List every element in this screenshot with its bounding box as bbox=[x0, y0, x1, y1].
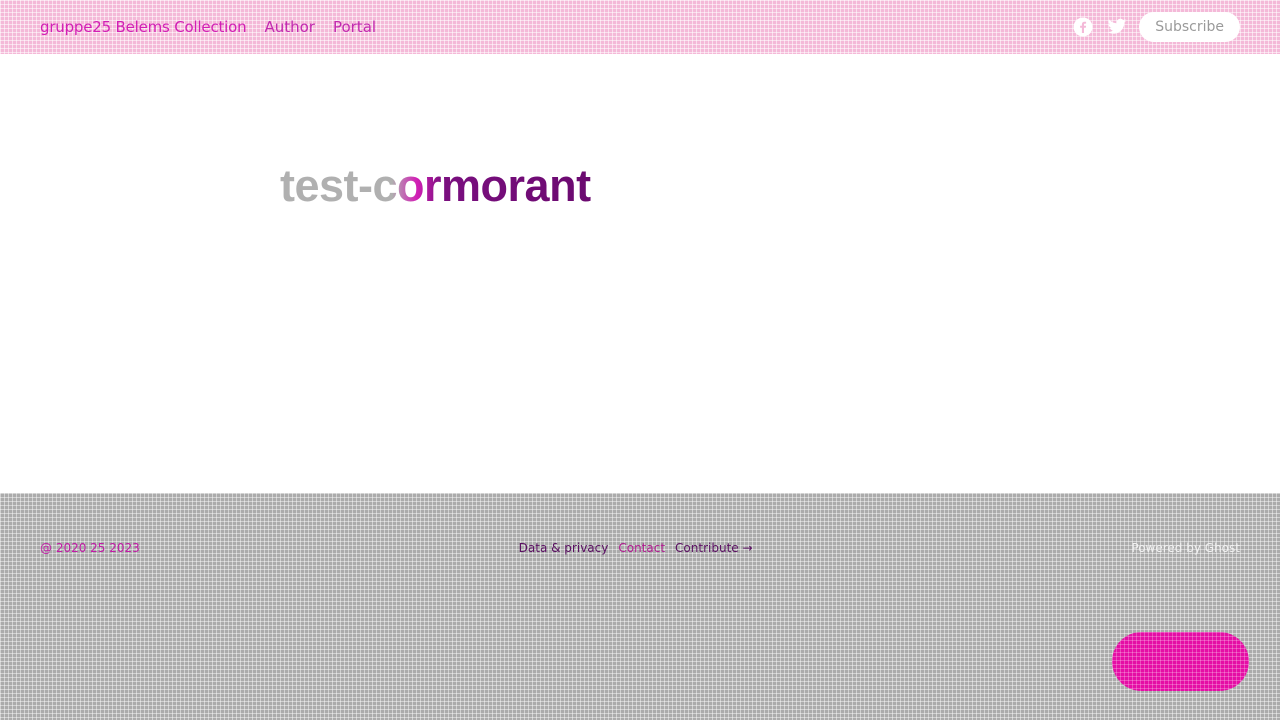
site-header: gruppe25 Belems Collection Author Portal… bbox=[0, 0, 1280, 54]
nav-item-portal[interactable]: Portal bbox=[333, 18, 376, 36]
footer-link-contact[interactable]: Contact bbox=[618, 541, 665, 555]
post-title: test-cormorant bbox=[280, 160, 591, 211]
portal-trigger-button[interactable] bbox=[1112, 632, 1249, 691]
header-left: gruppe25 Belems Collection Author Portal bbox=[40, 18, 376, 36]
site-footer: @ 2020 25 2023 Data & privacy Contact Co… bbox=[0, 493, 1280, 720]
footer-row: @ 2020 25 2023 Data & privacy Contact Co… bbox=[40, 539, 1240, 557]
powered-by-ghost-link[interactable]: Powered by Ghost bbox=[1131, 541, 1240, 555]
twitter-icon[interactable] bbox=[1105, 15, 1129, 39]
subscribe-button[interactable]: Subscribe bbox=[1139, 12, 1240, 42]
header-right: Subscribe bbox=[1071, 12, 1240, 42]
footer-nav: Data & privacy Contact Contribute → bbox=[519, 541, 753, 555]
nav-item-author[interactable]: Author bbox=[264, 18, 315, 36]
facebook-icon[interactable] bbox=[1071, 15, 1095, 39]
main-nav: Author Portal bbox=[264, 18, 376, 36]
copyright-text: @ 2020 25 2023 bbox=[40, 541, 140, 555]
footer-link-data-privacy[interactable]: Data & privacy bbox=[519, 541, 609, 555]
site-title-link[interactable]: gruppe25 Belems Collection bbox=[40, 18, 247, 36]
footer-link-contribute[interactable]: Contribute → bbox=[675, 541, 752, 555]
